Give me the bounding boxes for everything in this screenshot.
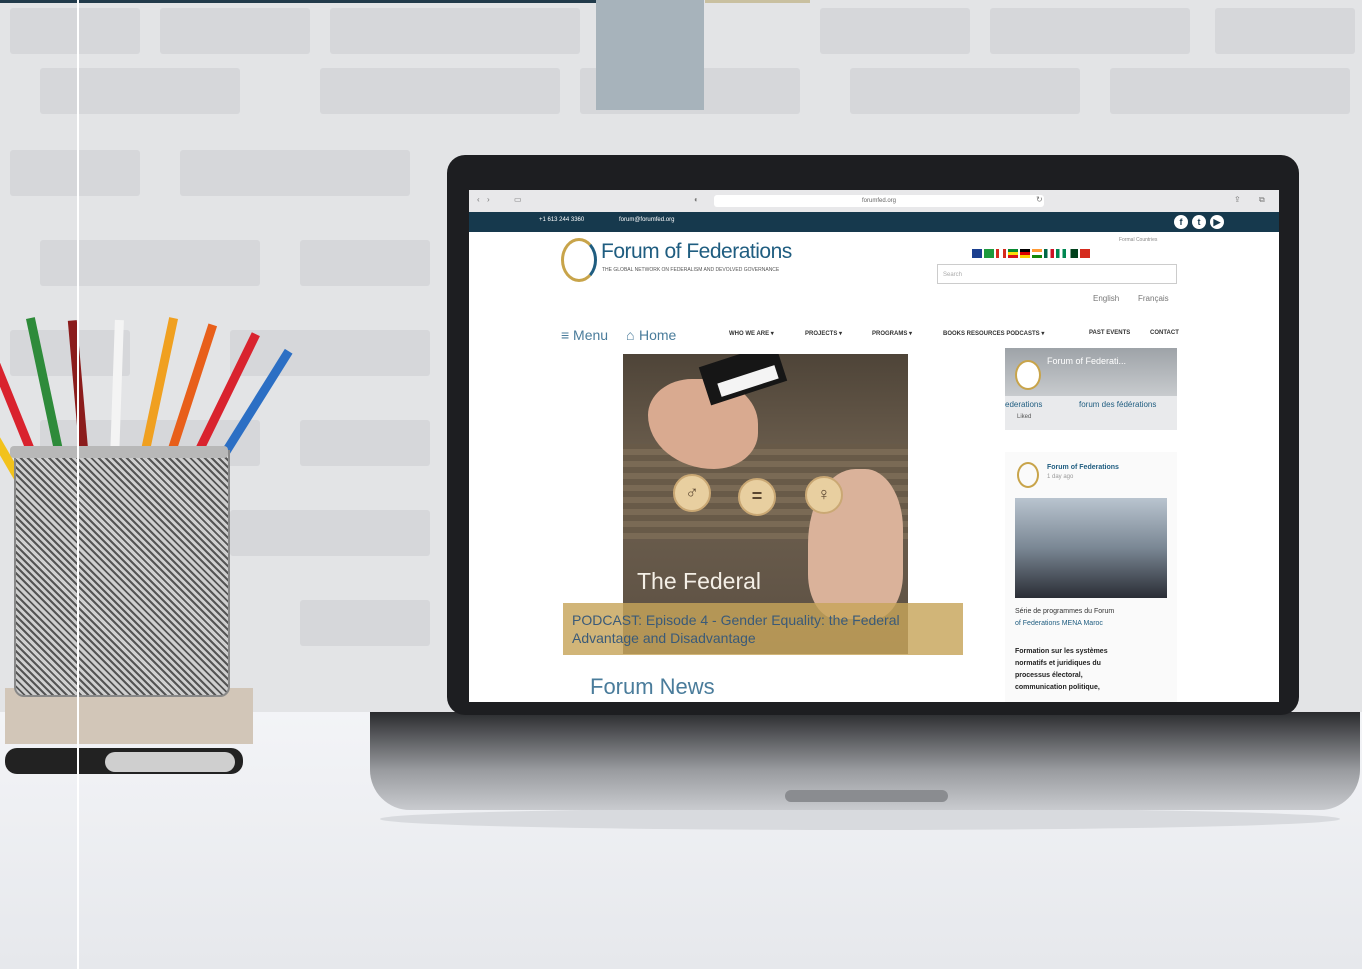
facebook-page-title[interactable]: Forum of Federati... (1047, 356, 1126, 366)
search-input[interactable]: Search (937, 264, 1177, 284)
facebook-page-widget[interactable]: Forum of Federati... ederations forum de… (1005, 348, 1177, 430)
nav-programs[interactable]: PROGRAMS ▾ (872, 330, 912, 337)
browser-toolbar: ‹ › ▭ ◐ forumfed.org ↻ ⇪ ⧉ (469, 190, 1279, 213)
mexico-flag-icon[interactable] (1044, 249, 1054, 258)
tabs-icon[interactable]: ⧉ (1259, 195, 1265, 205)
forum-logo-icon (1017, 462, 1039, 488)
post-photo[interactable] (1015, 498, 1167, 598)
top-accent-bar-gold (705, 0, 810, 3)
post-text-line2[interactable]: of Federations MENA Maroc (1015, 620, 1103, 627)
post-bold-line: normatifs et juridiques du (1015, 660, 1101, 667)
switzerland-flag-icon[interactable] (1080, 249, 1090, 258)
address-bar[interactable]: forumfed.org (714, 195, 1044, 207)
share-icon[interactable]: ⇪ (1234, 195, 1241, 204)
site-title[interactable]: Forum of Federations (601, 240, 792, 264)
pencil-cup-rim (10, 446, 228, 458)
forward-icon[interactable]: › (487, 195, 490, 204)
forum-logo-icon[interactable] (561, 238, 597, 282)
vertical-divider-line (77, 0, 79, 969)
hero-title: The Federal (637, 568, 762, 594)
home-icon[interactable]: ⌂ (626, 327, 634, 343)
nav-projects[interactable]: PROJECTS ▾ (805, 330, 842, 337)
language-francais[interactable]: Français (1138, 294, 1169, 303)
post-bold-line: processus électoral, (1015, 672, 1083, 679)
pen-cap (105, 752, 235, 772)
member-country-flags (972, 249, 1090, 259)
site-tagline: THE GLOBAL NETWORK ON FEDERALISM AND DEV… (602, 267, 780, 273)
decorative-square (596, 0, 704, 110)
male-symbol-token: ♂ (673, 474, 711, 512)
pakistan-flag-icon[interactable] (1068, 249, 1078, 258)
mesh-pencil-cup (14, 450, 230, 697)
facebook-tab-right[interactable]: forum des fédérations (1079, 400, 1156, 409)
formal-countries-label: Formal Countries (1119, 237, 1158, 243)
forum-news-heading: Forum News (590, 674, 715, 699)
nigeria-flag-icon[interactable] (1056, 249, 1066, 258)
canada-flag-icon[interactable] (996, 249, 1006, 258)
india-flag-icon[interactable] (1032, 249, 1042, 258)
post-text-line1: Série de programmes du Forum (1015, 608, 1115, 615)
youtube-icon[interactable]: ▶ (1210, 215, 1224, 229)
female-symbol-token: ♀ (805, 476, 843, 514)
nav-contact[interactable]: CONTACT (1150, 330, 1179, 336)
facebook-tab-left[interactable]: ederations (1005, 400, 1042, 409)
language-english[interactable]: English (1093, 294, 1119, 303)
facebook-icon[interactable]: f (1174, 215, 1188, 229)
email-address[interactable]: forum@forumfed.org (619, 217, 674, 223)
nav-past-events[interactable]: PAST EVENTS (1089, 330, 1130, 336)
equals-token: = (738, 478, 776, 516)
facebook-post-widget: Forum of Federations 1 day ago Série de … (1005, 452, 1177, 702)
phone-number[interactable]: +1 613 244 3360 (539, 217, 584, 223)
twitter-icon[interactable]: t (1192, 215, 1206, 229)
facebook-liked-label[interactable]: Liked (1017, 414, 1031, 420)
home-link[interactable]: Home (639, 327, 676, 343)
site-info-bar: +1 613 244 3360 forum@forumfed.org f t ▶ (469, 212, 1279, 232)
shield-icon[interactable]: ◐ (694, 195, 699, 204)
laptop-shadow (380, 808, 1340, 830)
post-time: 1 day ago (1047, 474, 1074, 480)
ethiopia-flag-icon[interactable] (1008, 249, 1018, 258)
brazil-flag-icon[interactable] (984, 249, 994, 258)
post-bold-line: communication politique, (1015, 684, 1100, 691)
post-author[interactable]: Forum of Federations (1047, 464, 1119, 471)
reload-icon[interactable]: ↻ (1036, 195, 1043, 204)
top-accent-bar (0, 0, 597, 3)
podcast-caption-text[interactable]: PODCAST: Episode 4 - Gender Equality: th… (572, 611, 957, 647)
sidebar-icon[interactable]: ▭ (514, 195, 522, 204)
post-bold-line: Formation sur les systèmes (1015, 648, 1108, 655)
back-icon[interactable]: ‹ (477, 195, 480, 204)
menu-button[interactable]: ≡ Menu (561, 327, 608, 343)
australia-flag-icon[interactable] (972, 249, 982, 258)
podcast-caption-banner[interactable]: PODCAST: Episode 4 - Gender Equality: th… (563, 603, 963, 655)
laptop-notch (785, 790, 948, 802)
laptop-screen: ‹ › ▭ ◐ forumfed.org ↻ ⇪ ⧉ +1 613 244 33… (469, 190, 1279, 702)
nav-who-we-are[interactable]: WHO WE ARE ▾ (729, 330, 774, 337)
forum-logo-icon (1015, 360, 1041, 390)
germany-flag-icon[interactable] (1020, 249, 1030, 258)
nav-books-resources-podcasts[interactable]: BOOKS RESOURCES PODCASTS ▾ (943, 330, 1044, 337)
